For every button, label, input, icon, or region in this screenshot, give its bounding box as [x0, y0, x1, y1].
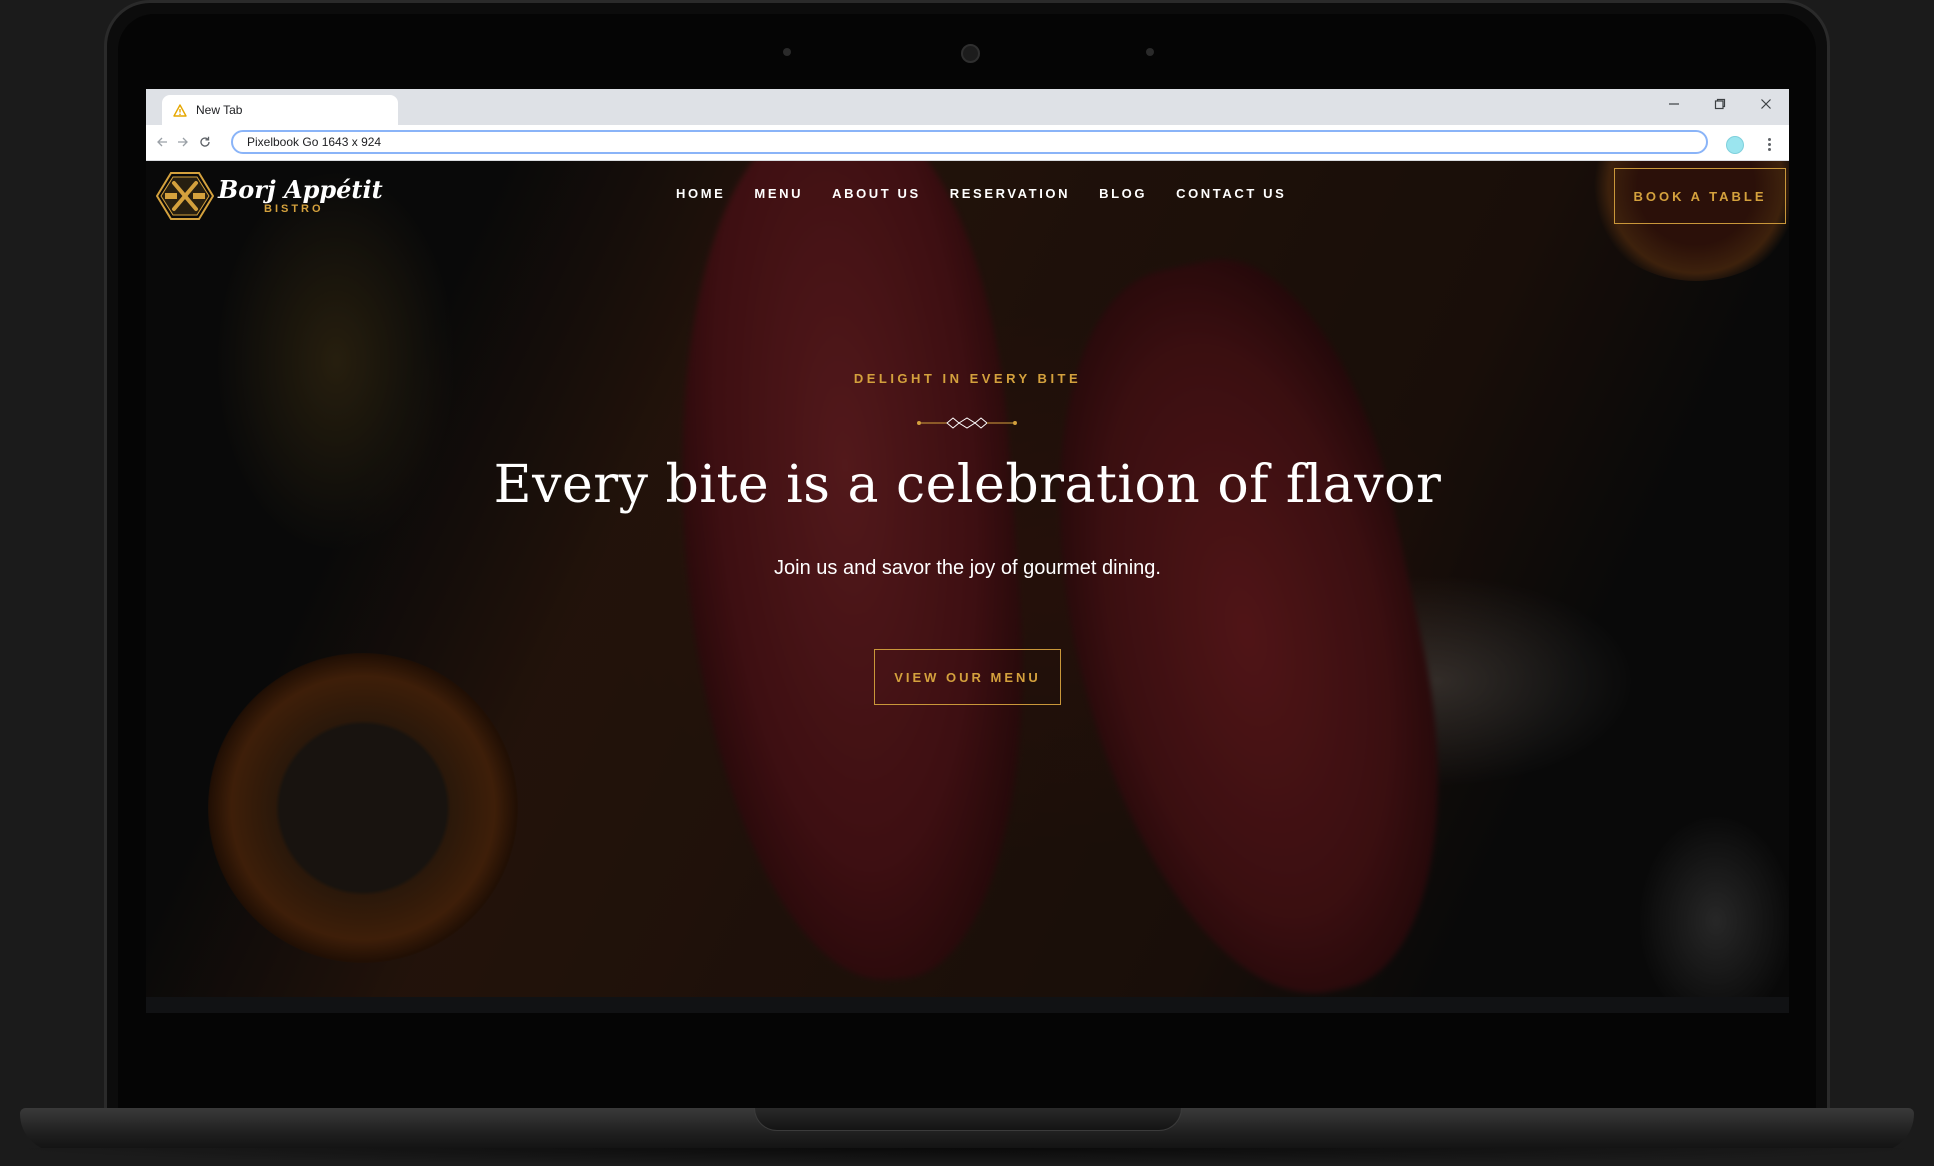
- logo-name: Borj Appétit: [218, 175, 383, 204]
- nav-contact-us[interactable]: CONTACT US: [1176, 186, 1286, 201]
- sensor-dot-left: [783, 48, 791, 56]
- ornament-divider-icon: [917, 417, 1017, 429]
- hero-title: Every bite is a celebration of flavor: [493, 455, 1442, 515]
- address-bar[interactable]: Pixelbook Go 1643 x 924: [231, 130, 1708, 154]
- reload-icon[interactable]: [195, 132, 215, 152]
- restore-icon[interactable]: [1697, 89, 1743, 119]
- site-logo[interactable]: Borj Appétit BISTRO: [156, 171, 383, 221]
- logo-subtitle: BISTRO: [264, 203, 324, 215]
- nav-about-us[interactable]: ABOUT US: [832, 186, 921, 201]
- laptop-shadow: [0, 1148, 1934, 1166]
- tab-title: New Tab: [196, 103, 243, 117]
- site-header: Borj Appétit BISTRO HOME MENU ABOUT US R…: [146, 161, 1789, 231]
- nav-home[interactable]: HOME: [676, 186, 725, 201]
- browser-window: New Tab Pixelbook Go 1643 x 924 Borj App…: [146, 89, 1789, 1013]
- nav-menu[interactable]: MENU: [754, 186, 803, 201]
- tab-new-tab[interactable]: New Tab: [162, 95, 398, 125]
- crossed-fork-knife-logo-icon: [156, 172, 214, 220]
- hero-subtitle: Join us and savor the joy of gourmet din…: [774, 557, 1161, 579]
- browser-toolbar: Pixelbook Go 1643 x 924: [146, 125, 1789, 161]
- nav-blog[interactable]: BLOG: [1099, 186, 1147, 201]
- main-navigation: HOME MENU ABOUT US RESERVATION BLOG CONT…: [676, 186, 1315, 201]
- arrow-left-icon[interactable]: [152, 132, 172, 152]
- window-controls: [1651, 89, 1789, 119]
- close-icon[interactable]: [1743, 89, 1789, 119]
- minimize-icon[interactable]: [1651, 89, 1697, 119]
- arrow-right-icon[interactable]: [173, 132, 193, 152]
- view-our-menu-button[interactable]: VIEW OUR MENU: [874, 649, 1061, 705]
- profile-avatar[interactable]: [1726, 136, 1744, 154]
- nav-reservation[interactable]: RESERVATION: [950, 186, 1070, 201]
- hero-eyebrow: DELIGHT IN EVERY BITE: [853, 371, 1082, 386]
- web-page: Borj Appétit BISTRO HOME MENU ABOUT US R…: [146, 161, 1789, 1013]
- tab-strip: New Tab: [146, 89, 1789, 125]
- kebab-menu-icon[interactable]: [1764, 134, 1774, 154]
- sensor-dot-right: [1146, 48, 1154, 56]
- webcam: [961, 44, 980, 63]
- warning-icon: [172, 103, 188, 117]
- page-bottom-strip: [146, 997, 1789, 1013]
- laptop-notch: [754, 1108, 1182, 1131]
- book-a-table-button[interactable]: BOOK A TABLE: [1614, 168, 1786, 224]
